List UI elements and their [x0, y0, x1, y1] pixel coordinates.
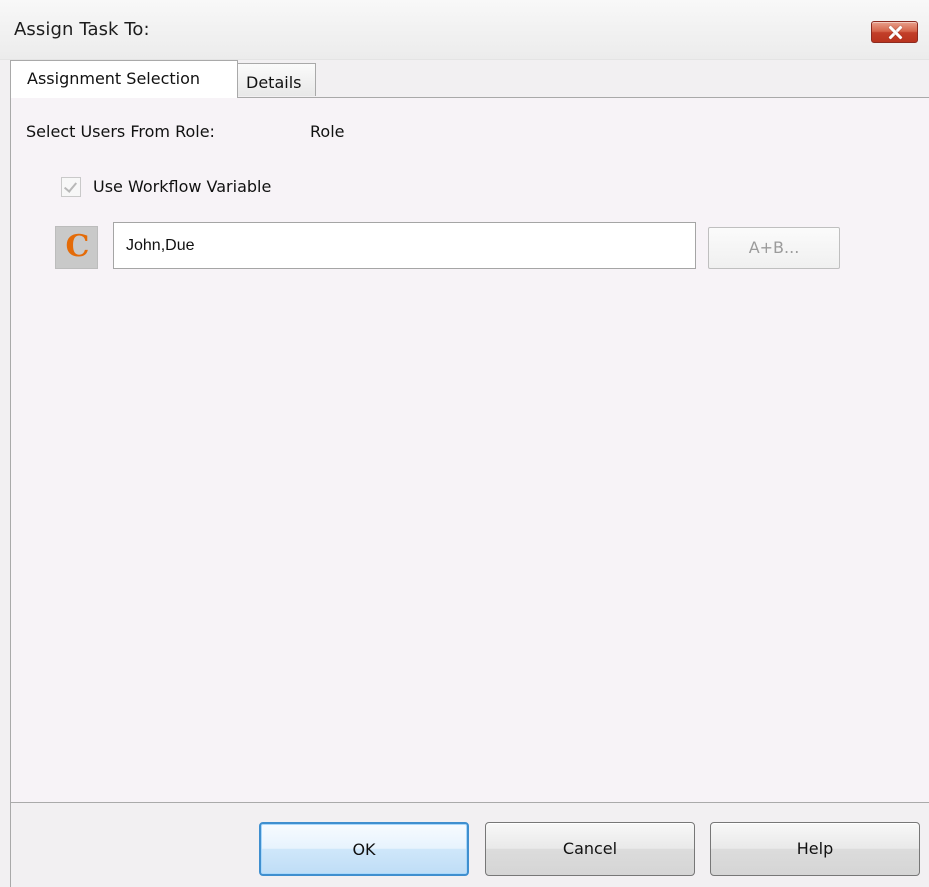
cancel-button[interactable]: Cancel — [485, 822, 695, 876]
ok-button[interactable]: OK — [259, 822, 469, 876]
assign-task-dialog: Assign Task To: Assignment Selection Det… — [0, 0, 929, 887]
role-value: Role — [310, 122, 345, 141]
constant-value-badge: C — [55, 226, 98, 269]
constant-c-icon: C — [65, 229, 90, 264]
checkmark-icon — [63, 179, 78, 193]
dialog-button-bar: OK Cancel Help — [10, 802, 929, 887]
tab-strip: Assignment Selection Details — [10, 60, 929, 98]
window-title: Assign Task To: — [14, 19, 150, 40]
title-bar[interactable]: Assign Task To: — [0, 0, 929, 60]
use-workflow-variable-checkbox[interactable] — [61, 177, 81, 197]
help-button[interactable]: Help — [710, 822, 920, 876]
use-workflow-variable-label[interactable]: Use Workflow Variable — [93, 177, 271, 196]
tab-assignment-selection[interactable]: Assignment Selection — [10, 60, 238, 98]
assignee-input[interactable] — [113, 222, 696, 269]
tab-details[interactable]: Details — [237, 63, 316, 96]
assignment-selection-panel: Select Users From Role: Role Use Workflo… — [10, 97, 929, 802]
close-icon — [888, 25, 903, 40]
select-users-from-role-label: Select Users From Role: — [26, 122, 215, 141]
formula-builder-button: A+B... — [708, 227, 840, 269]
close-button[interactable] — [871, 21, 918, 43]
